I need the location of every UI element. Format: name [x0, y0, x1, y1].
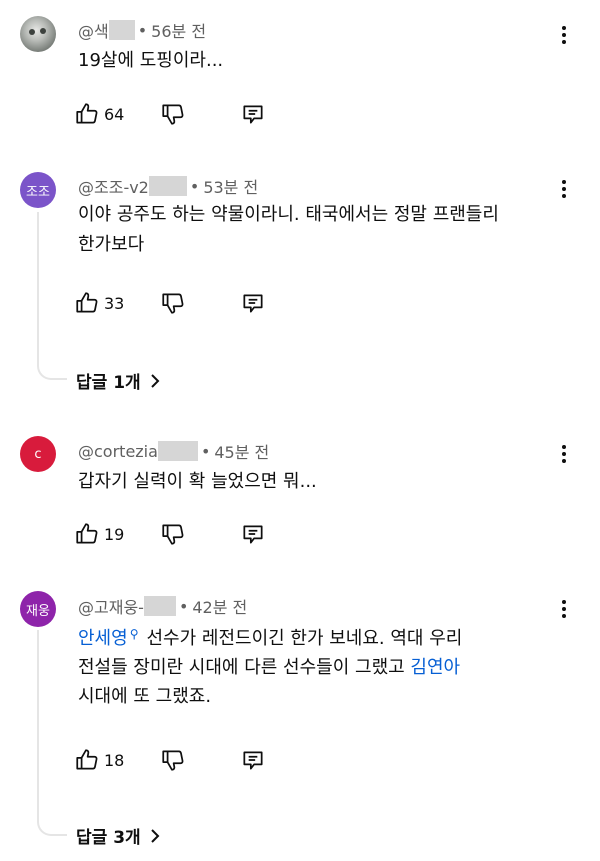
meta-separator: • [137, 20, 148, 40]
thread-line [37, 630, 67, 836]
comment-meta: @조조-v2 • 53분 전 [78, 174, 258, 198]
thumb-up-icon [76, 523, 98, 544]
replies-label: 답글 1개 [76, 373, 141, 393]
reply-comment-icon [243, 751, 263, 770]
comment-actions: 19 [74, 520, 266, 548]
author-handle[interactable]: @cortezia [78, 442, 158, 461]
thumb-up-icon [76, 749, 98, 770]
more-vert-icon[interactable] [552, 442, 576, 466]
comment-text-line: 이야 공주도 하는 약물이라니. 태국에서는 정말 프랜들리 [78, 204, 499, 225]
comment-time: 45분 전 [214, 443, 270, 462]
more-vert-icon[interactable] [552, 23, 576, 47]
search-icon: ⚲ [129, 627, 139, 641]
like-button[interactable]: 64 [74, 100, 160, 128]
comment-actions: 33 [74, 289, 266, 317]
dislike-button[interactable] [160, 289, 240, 317]
thumb-down-icon [162, 750, 184, 771]
author-handle[interactable]: @색 [78, 18, 109, 42]
comment-text-line: 한가보다 [78, 234, 145, 255]
person-link-2[interactable]: 김연아 [410, 657, 460, 678]
like-count: 64 [104, 104, 125, 124]
avatar-initials: c [34, 446, 42, 462]
comment-actions: 18 [74, 746, 266, 774]
thumb-down-icon [162, 104, 184, 125]
reply-comment-icon [243, 105, 263, 124]
thumb-down-icon [162, 524, 184, 545]
dislike-button[interactable] [160, 746, 240, 774]
avatar-initials: 재웅 [26, 603, 50, 619]
comment-text-part: 시대에 또 그랬죠. [78, 686, 212, 707]
meta-separator: • [189, 176, 200, 196]
redacted-name [148, 176, 187, 196]
thumb-up-icon [76, 292, 98, 313]
reply-comment-icon [243, 525, 263, 544]
comment-text: 갑자기 실력이 확 늘었으면 뭐... [78, 471, 317, 492]
chevron-right-icon [150, 373, 160, 388]
dislike-button[interactable] [160, 100, 240, 128]
avatar[interactable]: 재웅 [20, 591, 56, 627]
like-count: 19 [104, 524, 125, 544]
comment-text: 이야 공주도 하는 약물이라니. 태국에서는 정말 프랜들리 한가보다 [78, 200, 578, 260]
reply-button[interactable] [240, 100, 266, 128]
comment-text: 안세영 ⚲ 선수가 레전드이긴 한가 보네요. 역대 우리 전설들 장미란 시대에 … [78, 620, 558, 711]
like-button[interactable]: 33 [74, 289, 160, 317]
comment-meta: @고재웅- • 42분 전 [78, 594, 247, 618]
comment-text-part: 선수가 레전드이긴 한가 보네요. 역대 우리 [146, 628, 463, 649]
reply-comment-icon [243, 294, 263, 313]
meta-separator: • [200, 441, 211, 461]
reply-button[interactable] [240, 520, 266, 548]
author-handle[interactable]: @조조-v2 [78, 174, 149, 198]
thumb-up-icon [76, 103, 98, 124]
redacted-name [157, 441, 198, 461]
like-count: 18 [104, 750, 125, 770]
avatar[interactable]: 조조 [20, 172, 56, 208]
reply-button[interactable] [240, 746, 266, 774]
avatar-photo-detail [29, 29, 35, 35]
comment-time: 42분 전 [192, 598, 248, 617]
thumb-down-icon [162, 293, 184, 314]
like-button[interactable]: 19 [74, 520, 160, 548]
person-link-1[interactable]: 안세영 [78, 628, 128, 649]
comment-meta: @색 • 56분 전 [78, 18, 206, 42]
meta-separator: • [178, 596, 189, 616]
comment-text: 19살에 도핑이라... [78, 50, 224, 71]
avatar-photo-detail [40, 28, 46, 34]
view-replies-button[interactable]: 답글 1개 [76, 368, 161, 393]
comment-meta: @cortezia • 45분 전 [78, 439, 269, 463]
more-vert-icon[interactable] [552, 597, 576, 621]
like-count: 33 [104, 293, 125, 313]
like-button[interactable]: 18 [74, 746, 160, 774]
redacted-name [143, 596, 176, 616]
view-replies-button[interactable]: 답글 3개 [76, 823, 161, 848]
chevron-right-icon [150, 828, 160, 843]
comment-text-part: 전설들 장미란 시대에 다른 선수들이 그랬고 [78, 657, 405, 678]
avatar[interactable] [20, 16, 56, 52]
comment-time: 56분 전 [151, 22, 207, 41]
comment-actions: 64 [74, 100, 266, 128]
replies-label: 답글 3개 [76, 828, 141, 848]
more-vert-icon[interactable] [552, 177, 576, 201]
reply-button[interactable] [240, 289, 266, 317]
avatar-initials: 조조 [26, 184, 50, 200]
dislike-button[interactable] [160, 520, 240, 548]
redacted-name [108, 20, 135, 40]
comment-time: 53분 전 [203, 178, 259, 197]
author-handle[interactable]: @고재웅- [78, 594, 144, 618]
avatar[interactable]: c [20, 436, 56, 472]
thread-line [37, 212, 67, 380]
